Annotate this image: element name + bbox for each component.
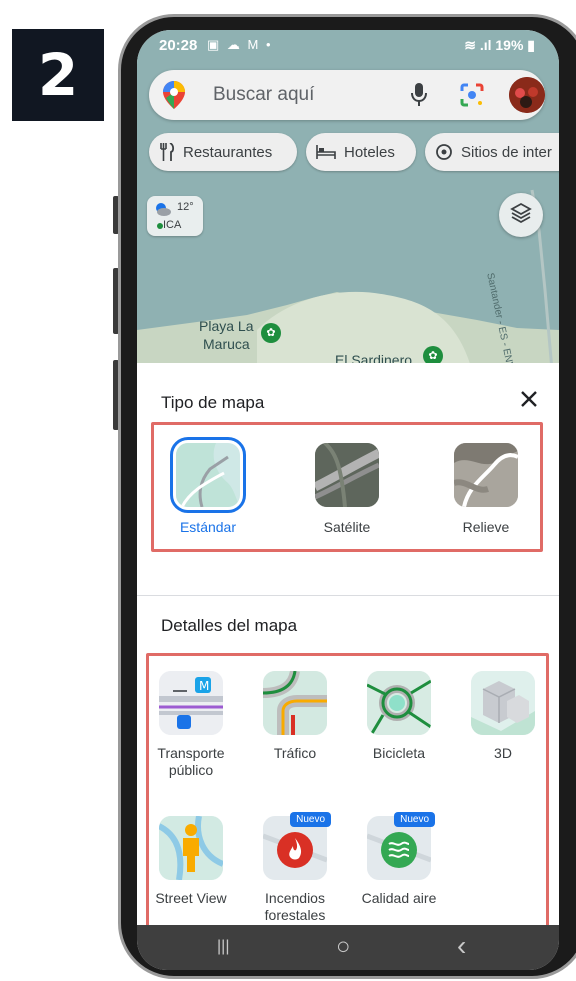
microphone-icon[interactable] — [411, 82, 427, 113]
traffic-layer-thumbnail — [263, 671, 327, 735]
detail-label: Transporte público — [157, 745, 225, 778]
weather-cloud-icon — [155, 202, 171, 216]
chip-restaurants[interactable]: Restaurantes — [149, 133, 297, 171]
detail-air-quality[interactable]: Nuevo Calidad aire — [351, 812, 447, 907]
battery-icon: ▮ — [523, 37, 535, 53]
chip-label: Hoteles — [344, 143, 395, 161]
weather-temperature: 12° — [177, 201, 194, 213]
detail-traffic[interactable]: Tráfico — [247, 671, 343, 762]
detail-label: Incendios forestales — [264, 890, 326, 923]
chip-label: Restaurantes — [183, 143, 273, 161]
chip-landmarks[interactable]: Sitios de inter — [425, 133, 559, 171]
chip-hotels[interactable]: Hoteles — [306, 133, 416, 171]
section-divider — [137, 595, 559, 596]
standard-map-thumbnail — [170, 437, 246, 513]
street-view-thumbnail — [159, 816, 223, 880]
home-button[interactable]: ○ — [336, 933, 351, 961]
map-label-beach-2: Maruca — [203, 336, 250, 352]
map-type-satellite[interactable]: Satélite — [302, 443, 392, 535]
maps-pin-icon — [163, 81, 185, 114]
recents-button[interactable]: ||| — [217, 938, 229, 956]
map-details-title: Detalles del mapa — [161, 616, 298, 635]
fork-knife-icon — [159, 143, 175, 161]
map-type-terrain[interactable]: Relieve — [441, 443, 531, 535]
weather-widget[interactable]: 12° ICA — [147, 196, 203, 236]
detail-label: Tráfico — [273, 745, 317, 761]
category-chips: Restaurantes Hoteles Sitios de inter — [149, 133, 559, 171]
bed-icon — [316, 145, 336, 159]
android-nav-bar: ||| ○ ‹ — [137, 925, 559, 970]
search-bar[interactable]: Buscar aquí — [149, 70, 545, 120]
wifi-icon: ≋ — [464, 37, 480, 53]
map-type-standard[interactable]: Estándar — [163, 437, 253, 535]
status-notification-icons: ▣ ☁ M • — [207, 37, 273, 52]
landmark-icon — [435, 143, 453, 161]
detail-transit[interactable]: M Transporte público — [143, 671, 239, 779]
map-type-label: Relieve — [462, 519, 510, 535]
detail-label: Bicicleta — [372, 745, 426, 761]
close-icon — [515, 391, 543, 417]
map-layers-button[interactable] — [499, 193, 543, 237]
satellite-map-thumbnail — [315, 443, 379, 507]
new-badge: Nuevo — [394, 812, 435, 827]
svg-text:M: M — [199, 679, 209, 693]
layers-icon — [510, 202, 532, 229]
map-type-label: Satélite — [323, 519, 371, 535]
avatar[interactable] — [509, 77, 545, 113]
3d-layer-thumbnail — [471, 671, 535, 735]
status-bar: 20:28 ▣ ☁ M • ≋ .ıl 19% ▮ — [137, 30, 559, 62]
detail-label: 3D — [494, 745, 512, 761]
status-time: 20:28 — [159, 37, 198, 54]
map-label-beach: Playa La — [199, 318, 254, 334]
google-lens-icon[interactable] — [459, 82, 485, 113]
map-options-sheet: Tipo de mapa Estándar Satélite Relieve D… — [137, 363, 559, 940]
detail-street-view[interactable]: Street View — [143, 816, 239, 907]
wildfire-layer-thumbnail: Nuevo — [262, 812, 331, 880]
battery-level: 19% — [495, 37, 524, 53]
air-quality-label: ICA — [163, 219, 182, 231]
chip-label: Sitios de inter — [461, 143, 552, 161]
detail-bicycle[interactable]: Bicicleta — [351, 671, 447, 762]
detail-label: Calidad aire — [361, 890, 437, 906]
search-input[interactable]: Buscar aquí — [213, 84, 314, 106]
map-pin-icon[interactable]: ✿ — [261, 323, 281, 343]
air-quality-layer-thumbnail: Nuevo — [366, 812, 435, 880]
step-number-badge: 2 — [12, 29, 104, 121]
back-button[interactable]: ‹ — [457, 930, 466, 962]
transit-layer-thumbnail: M — [159, 671, 223, 735]
detail-3d[interactable]: 3D — [455, 671, 551, 762]
detail-label: Street View — [155, 890, 227, 906]
new-badge: Nuevo — [290, 812, 331, 827]
phone-screen: Playa La Maruca ✿ El Sardinero ✿ Santand… — [137, 30, 559, 970]
detail-wildfires[interactable]: Nuevo Incendios forestales — [247, 812, 343, 924]
status-battery: ≋ .ıl 19% ▮ — [464, 37, 535, 54]
terrain-map-thumbnail — [454, 443, 518, 507]
signal-icon: .ıl — [479, 37, 496, 53]
map-type-label: Estándar — [179, 519, 237, 535]
close-button[interactable] — [515, 385, 543, 413]
map-type-title: Tipo de mapa — [161, 393, 265, 412]
bicycle-layer-thumbnail — [367, 671, 431, 735]
